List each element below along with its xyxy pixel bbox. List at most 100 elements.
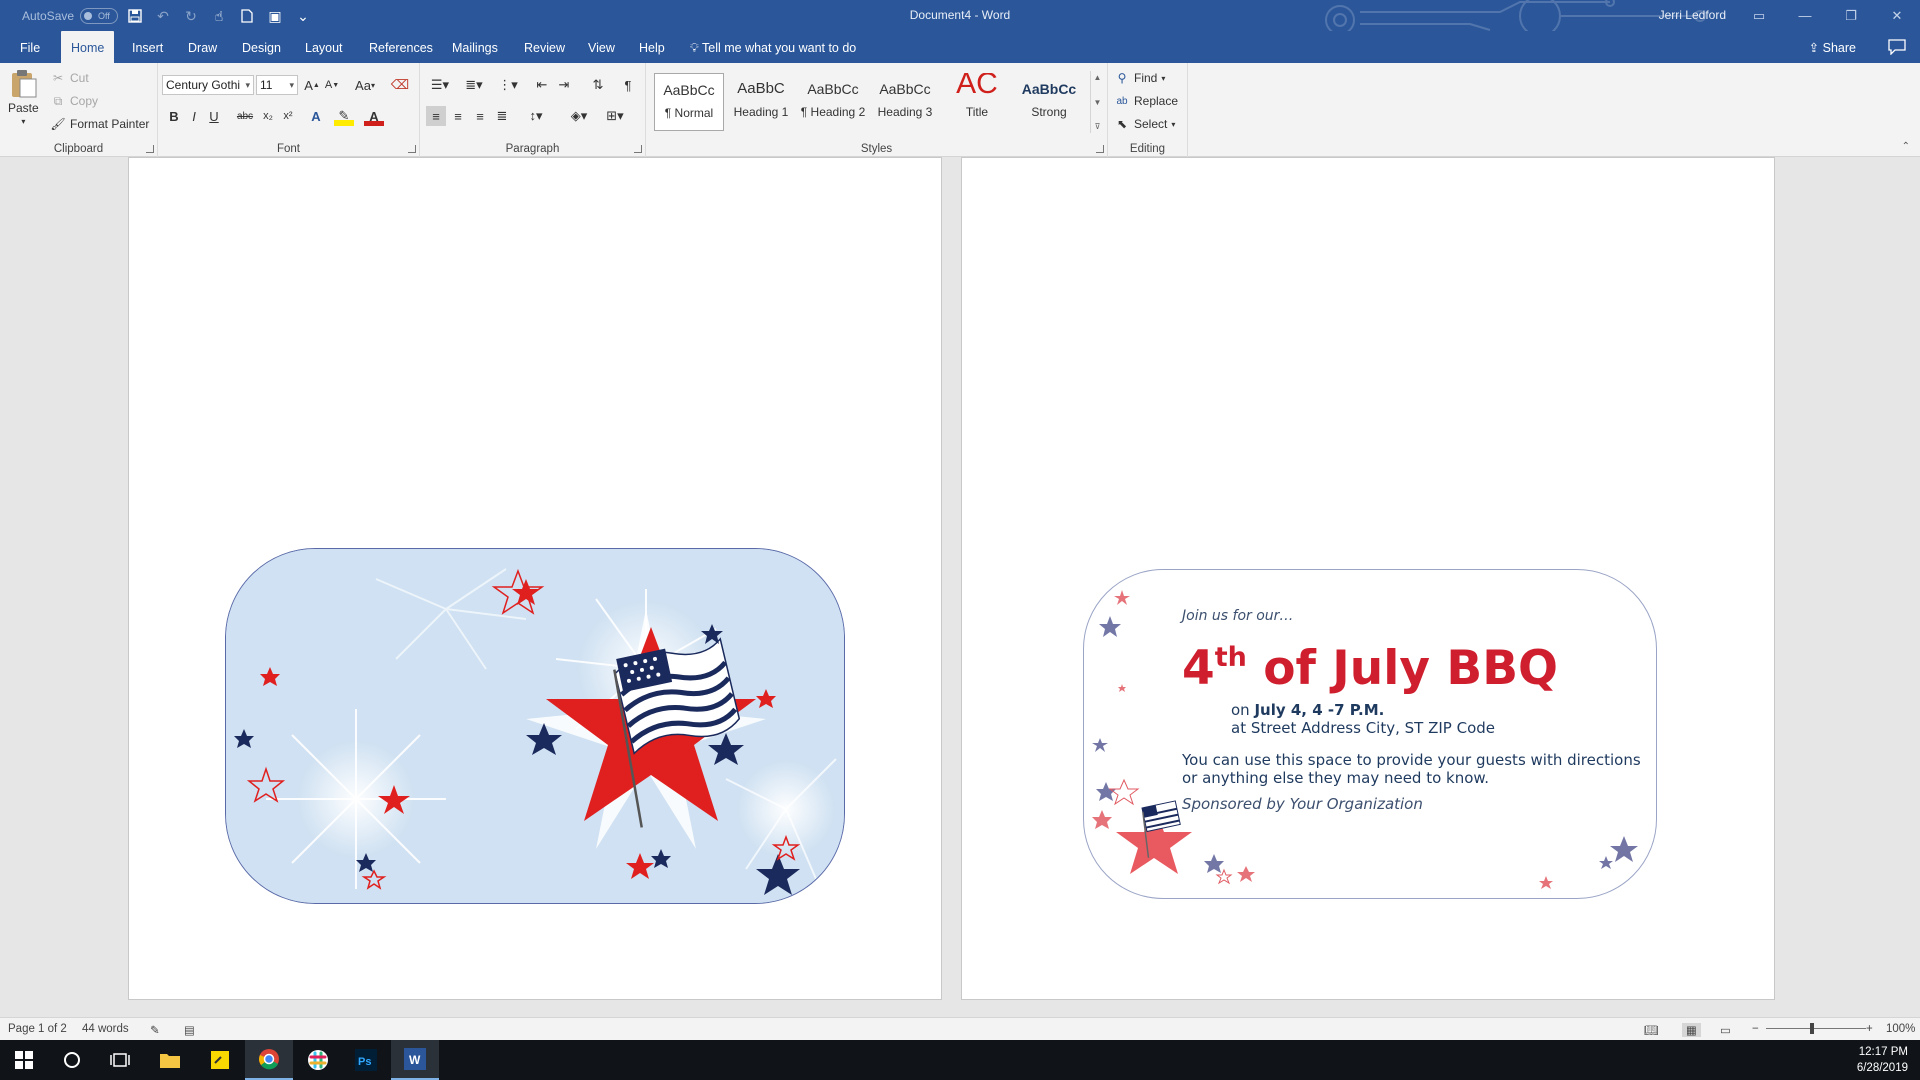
invite-date-line: on July 4, 4 -7 P.M. bbox=[1231, 701, 1652, 719]
print-layout-icon[interactable]: ▦ bbox=[1682, 1023, 1701, 1037]
tab-home[interactable]: Home bbox=[61, 31, 115, 63]
tab-insert[interactable]: Insert bbox=[122, 31, 173, 63]
strikethrough-button[interactable]: abc bbox=[232, 106, 258, 126]
decrease-indent-icon[interactable]: ⇤ bbox=[532, 75, 552, 95]
comments-icon[interactable] bbox=[1888, 39, 1906, 55]
paste-button[interactable]: Paste ▾ bbox=[8, 69, 39, 126]
highlight-color-icon[interactable]: ✎ bbox=[334, 106, 354, 126]
borders-icon[interactable]: ⊞▾ bbox=[600, 106, 630, 126]
proofing-icon[interactable]: ✎ bbox=[150, 1023, 160, 1037]
shading-icon[interactable]: ◈▾ bbox=[564, 106, 594, 126]
gallery-more-icon[interactable]: ⊽ bbox=[1095, 122, 1101, 131]
restore-icon[interactable]: ❐ bbox=[1828, 0, 1874, 31]
align-right-icon[interactable]: ≡ bbox=[470, 106, 490, 126]
paragraph-launcher-icon[interactable] bbox=[634, 145, 642, 153]
font-size-combo[interactable]: 11 bbox=[256, 75, 298, 95]
underline-button[interactable]: U bbox=[204, 106, 224, 126]
clipboard-launcher-icon[interactable] bbox=[146, 145, 154, 153]
zoom-slider-thumb[interactable] bbox=[1810, 1023, 1814, 1034]
page-count[interactable]: Page 1 of 2 bbox=[8, 1023, 67, 1035]
system-clock[interactable]: 12:17 PM 6/28/2019 bbox=[1857, 1044, 1908, 1076]
select-button[interactable]: ⬉ Select ▾ bbox=[1114, 116, 1175, 132]
share-button[interactable]: ⇪ Share bbox=[1809, 31, 1856, 63]
tab-design[interactable]: Design bbox=[232, 31, 291, 63]
web-layout-icon[interactable]: ▭ bbox=[1720, 1023, 1731, 1037]
tab-review[interactable]: Review bbox=[514, 31, 575, 63]
style-heading-2[interactable]: AaBbCc ¶ Heading 2 bbox=[798, 73, 868, 131]
scroll-down-icon[interactable]: ▼ bbox=[1094, 98, 1102, 107]
chrome-icon[interactable] bbox=[245, 1040, 293, 1080]
cortana-search-icon[interactable] bbox=[48, 1040, 96, 1080]
style-strong[interactable]: AaBbCc Strong bbox=[1014, 73, 1084, 131]
zoom-level[interactable]: 100% bbox=[1886, 1023, 1915, 1035]
invite-sponsor: Sponsored by Your Organization bbox=[1182, 795, 1423, 813]
align-center-icon[interactable]: ≡ bbox=[448, 106, 468, 126]
invitation-text[interactable]: Join us for our… 4th of July BBQ on July… bbox=[1182, 608, 1652, 813]
zoom-slider[interactable] bbox=[1766, 1028, 1866, 1029]
sticky-notes-icon[interactable] bbox=[196, 1040, 244, 1080]
align-left-icon[interactable]: ≡ bbox=[426, 106, 446, 126]
multilevel-list-icon[interactable]: ⋮▾ bbox=[494, 75, 522, 95]
line-spacing-icon[interactable]: ↕▾ bbox=[522, 106, 550, 126]
photoshop-icon[interactable]: Ps bbox=[342, 1040, 390, 1080]
font-name-combo[interactable]: Century Gothi bbox=[162, 75, 254, 95]
show-formatting-marks-icon[interactable]: ¶ bbox=[618, 75, 638, 95]
sort-icon[interactable]: ⇅ bbox=[588, 75, 608, 95]
tab-help[interactable]: Help bbox=[629, 31, 675, 63]
cut-button[interactable]: ✂ Cut bbox=[50, 70, 89, 86]
font-group: Century Gothi 11 A▲ A▼ Aa▾ ⌫ B I U abc x… bbox=[158, 63, 420, 157]
replace-button[interactable]: ab Replace bbox=[1114, 93, 1178, 109]
copy-button[interactable]: ⧉ Copy bbox=[50, 93, 98, 109]
numbering-icon[interactable]: ≣▾ bbox=[460, 75, 488, 95]
tab-file[interactable]: File bbox=[10, 31, 50, 63]
font-color-icon[interactable]: A bbox=[364, 106, 384, 126]
tab-layout[interactable]: Layout bbox=[295, 31, 353, 63]
document-page-1[interactable] bbox=[128, 157, 942, 1000]
clear-formatting-icon[interactable]: ⌫ bbox=[390, 75, 410, 95]
style-normal[interactable]: AaBbCc ¶ Normal bbox=[654, 73, 724, 131]
tab-mailings[interactable]: Mailings bbox=[442, 31, 508, 63]
text-effects-icon[interactable]: A bbox=[306, 106, 326, 126]
read-mode-icon[interactable]: 📖︎ bbox=[1644, 1023, 1659, 1037]
style-heading-1[interactable]: AaBbC Heading 1 bbox=[726, 73, 796, 131]
word-icon[interactable]: W bbox=[391, 1040, 439, 1080]
zoom-out-icon[interactable]: − bbox=[1752, 1023, 1759, 1035]
word-count[interactable]: 44 words bbox=[82, 1023, 129, 1035]
font-launcher-icon[interactable] bbox=[408, 145, 416, 153]
grow-font-button[interactable]: A ▲ bbox=[302, 75, 322, 95]
minimize-icon[interactable]: — bbox=[1782, 0, 1828, 31]
cut-label: Cut bbox=[70, 71, 89, 85]
styles-gallery-scroll[interactable]: ▲ ▼ ⊽ bbox=[1090, 71, 1104, 133]
macro-recording-icon[interactable]: ▤ bbox=[184, 1023, 195, 1037]
user-name[interactable]: Jerri Ledford bbox=[1659, 8, 1726, 22]
shrink-font-button[interactable]: A ▼ bbox=[322, 75, 342, 95]
scroll-up-icon[interactable]: ▲ bbox=[1094, 73, 1102, 82]
style-heading-3[interactable]: AaBbCc Heading 3 bbox=[870, 73, 940, 131]
justify-icon[interactable]: ≣ bbox=[492, 106, 512, 126]
tab-references[interactable]: References bbox=[359, 31, 443, 63]
italic-button[interactable]: I bbox=[184, 106, 204, 126]
windows-start-icon[interactable] bbox=[0, 1040, 48, 1080]
slack-icon[interactable] bbox=[294, 1040, 342, 1080]
tell-me-search[interactable]: 💡︎ Tell me what you want to do bbox=[690, 31, 856, 63]
ribbon-display-options-icon[interactable]: ▭ bbox=[1736, 0, 1782, 31]
style-title[interactable]: AC Title bbox=[942, 73, 1012, 131]
task-view-icon[interactable] bbox=[96, 1040, 144, 1080]
close-icon[interactable]: ✕ bbox=[1874, 0, 1920, 31]
change-case-button[interactable]: Aa ▾ bbox=[350, 75, 380, 95]
increase-indent-icon[interactable]: ⇥ bbox=[554, 75, 574, 95]
file-explorer-icon[interactable] bbox=[146, 1040, 194, 1080]
bullets-icon[interactable]: ☰▾ bbox=[426, 75, 454, 95]
tab-draw[interactable]: Draw bbox=[178, 31, 227, 63]
superscript-button[interactable]: x² bbox=[278, 106, 298, 126]
document-page-2[interactable]: Join us for our… 4th of July BBQ on July… bbox=[961, 157, 1775, 1000]
tab-view[interactable]: View bbox=[578, 31, 625, 63]
style-name: ¶ Normal bbox=[664, 106, 714, 120]
subscript-button[interactable]: x₂ bbox=[258, 106, 278, 126]
find-button[interactable]: ⚲ Find ▾ bbox=[1114, 70, 1166, 86]
bold-button[interactable]: B bbox=[164, 106, 184, 126]
format-painter-button[interactable]: 🖌︎ Format Painter bbox=[50, 116, 149, 132]
zoom-in-icon[interactable]: + bbox=[1866, 1023, 1873, 1035]
collapse-ribbon-icon[interactable]: ⌃ bbox=[1902, 141, 1910, 152]
styles-launcher-icon[interactable] bbox=[1096, 145, 1104, 153]
